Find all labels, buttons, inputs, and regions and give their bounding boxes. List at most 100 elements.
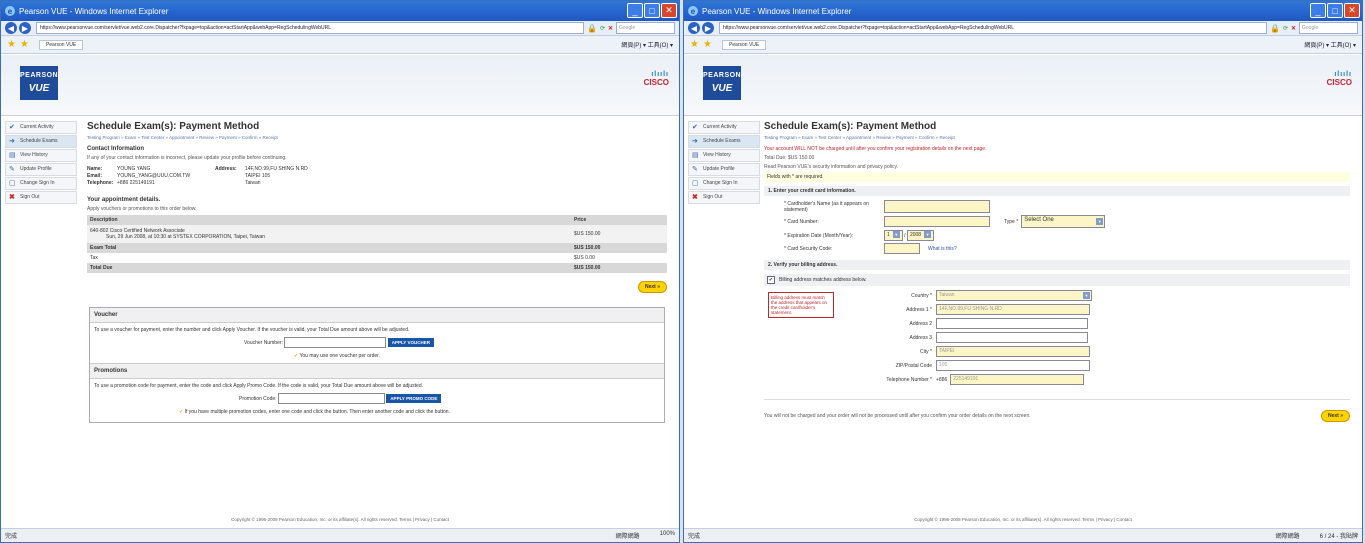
back-button[interactable]: ◀ xyxy=(5,22,17,34)
nav-view-history[interactable]: ▤ View History xyxy=(688,149,760,162)
nav-sign-out[interactable]: ✖ Sign Out xyxy=(5,191,77,204)
check-icon: ✔ xyxy=(294,353,299,359)
tab-pearson-vue[interactable]: Pearson VUE xyxy=(38,39,84,50)
page-title: Schedule Exam(s): Payment Method xyxy=(87,121,260,132)
forward-button[interactable]: ▶ xyxy=(19,22,31,34)
phone-country-code: +886 xyxy=(936,376,948,383)
nav-schedule-exams[interactable]: ➜ Schedule Exams xyxy=(5,135,77,148)
lock-icon: 🔒 xyxy=(1269,23,1280,33)
voucher-note: You may use one voucher per order. xyxy=(299,353,380,359)
back-button[interactable]: ◀ xyxy=(688,22,700,34)
city-input[interactable]: TAIPEI xyxy=(936,346,1090,357)
internet-zone: 網際網路 xyxy=(1275,534,1300,540)
billing-match-label: Billing address matches address below. xyxy=(779,277,867,283)
site-header: PEARSON VUE ılıılı CISCO xyxy=(684,55,1362,116)
window-title: Pearson VUE - Windows Internet Explorer xyxy=(19,6,169,16)
phone-label: Telephone Number * xyxy=(886,376,932,383)
next-button[interactable]: Next » xyxy=(1320,410,1350,422)
internet-zone: 網際網路 xyxy=(615,534,640,540)
nav-current-activity[interactable]: ✔ Current Activity xyxy=(688,121,760,134)
nav-update-profile[interactable]: ✎ Update Profile xyxy=(5,163,77,176)
minimize-button[interactable]: _ xyxy=(1310,3,1326,18)
url-field[interactable]: https://www.pearsonvue.com/servlet/vue.w… xyxy=(36,22,584,34)
card-type-select[interactable]: Select One ▼ xyxy=(1021,215,1106,228)
toolbar-menus[interactable]: 網頁(P) ▾ 工具(O) ▾ xyxy=(1304,40,1356,49)
address2-input[interactable] xyxy=(936,318,1088,329)
browser-window-left: e Pearson VUE - Windows Internet Explore… xyxy=(0,0,680,543)
refresh-icon[interactable]: ⟳ xyxy=(1283,25,1288,32)
favorites-star-icon[interactable]: ★ xyxy=(690,39,699,50)
add-favorites-icon[interactable]: ★ xyxy=(703,39,712,50)
breadcrumb[interactable]: Testing Program » Exam » Test Center » A… xyxy=(764,135,1350,140)
phone-input[interactable]: 225149191 xyxy=(950,374,1085,385)
address-bar: ◀ ▶ https://www.pearsonvue.com/servlet/v… xyxy=(1,21,679,36)
side-nav: ✔ Current Activity ➜ Schedule Exams ▤ View … xyxy=(5,121,77,205)
nav-change-sign-in[interactable]: ▢ Change Sign In xyxy=(688,177,760,190)
nav-schedule-exams[interactable]: ➜ Schedule Exams xyxy=(688,135,760,148)
next-button[interactable]: Next » xyxy=(637,281,667,293)
stop-icon[interactable]: ✕ xyxy=(1291,25,1296,32)
appointment-sub: Apply vouchers or promotions to this ord… xyxy=(87,206,197,212)
cardholder-input[interactable] xyxy=(884,200,990,213)
title-bar: e Pearson VUE - Windows Internet Explore… xyxy=(1,1,679,21)
nav-change-sign-in[interactable]: ▢ Change Sign In xyxy=(5,177,77,190)
exp-year-select[interactable]: 2008 ▼ xyxy=(906,230,935,241)
charge-warning: Your account WILL NOT be charged until a… xyxy=(764,146,987,152)
url-field[interactable]: https://www.pearsonvue.com/servlet/vue.w… xyxy=(719,22,1267,34)
window-title: Pearson VUE - Windows Internet Explorer xyxy=(702,6,852,16)
type-label: Type * xyxy=(1004,218,1019,225)
voucher-input[interactable] xyxy=(284,337,387,348)
cisco-logo: ılıılı CISCO xyxy=(1326,71,1352,87)
site-header: PEARSON VUE ılıılı CISCO xyxy=(1,55,679,116)
side-nav: ✔ Current Activity ➜ Schedule Exams ▤ View … xyxy=(688,121,760,205)
apply-voucher-button[interactable]: APPLY VOUCHER xyxy=(387,338,434,347)
forward-button[interactable]: ▶ xyxy=(702,22,714,34)
breadcrumb[interactable]: Testing Program » Exam » Test Center » A… xyxy=(87,135,667,140)
close-button[interactable]: ✕ xyxy=(1344,3,1360,18)
card-number-label: * Card Number: xyxy=(784,218,819,225)
toolbar-menus[interactable]: 網頁(P) ▾ 工具(O) ▾ xyxy=(621,40,673,49)
search-input[interactable]: Google xyxy=(1299,22,1358,34)
favorites-star-icon[interactable]: ★ xyxy=(7,39,16,50)
billing-warning: Billing address must match the address t… xyxy=(768,292,834,318)
history-icon: ▤ xyxy=(9,152,16,159)
zoom-level[interactable]: 100% xyxy=(660,531,675,540)
bottom-note: You will not be charged and your order w… xyxy=(764,413,1031,419)
maximize-button[interactable]: □ xyxy=(644,3,660,18)
card-number-input[interactable] xyxy=(884,216,990,227)
add-favorites-icon[interactable]: ★ xyxy=(20,39,29,50)
check-icon: ✔ xyxy=(9,124,15,131)
tab-pearson-vue[interactable]: Pearson VUE xyxy=(721,39,767,50)
pencil-icon: ✎ xyxy=(9,166,15,173)
close-button[interactable]: ✕ xyxy=(661,3,677,18)
title-bar: e Pearson VUE - Windows Internet Explore… xyxy=(684,1,1362,21)
voucher-header: Voucher xyxy=(90,308,664,323)
security-privacy-text[interactable]: Read Pearson VUE's security information … xyxy=(764,164,1350,170)
billing-match-checkbox[interactable]: ✔ xyxy=(767,276,775,284)
exp-month-select[interactable]: 1 ▼ xyxy=(884,230,903,241)
nav-view-history[interactable]: ▤ View History xyxy=(5,149,77,162)
pearson-vue-logo: PEARSON VUE xyxy=(20,66,58,100)
country-select[interactable]: Taiwan ▼ xyxy=(936,290,1092,301)
favorites-bar: ★ ★ Pearson VUE 網頁(P) ▾ 工具(O) ▾ xyxy=(1,36,679,54)
pearson-vue-logo: PEARSON VUE xyxy=(703,66,741,100)
address3-input[interactable] xyxy=(936,332,1088,343)
nav-current-activity[interactable]: ✔ Current Activity xyxy=(5,121,77,134)
csc-input[interactable] xyxy=(884,243,920,254)
stop-icon[interactable]: ✕ xyxy=(608,25,613,32)
apply-promo-button[interactable]: APPLY PROMO CODE xyxy=(386,394,442,403)
required-note: Fields with * are required. xyxy=(764,172,1350,182)
x-icon: ✖ xyxy=(9,194,15,201)
minimize-button[interactable]: _ xyxy=(627,3,643,18)
maximize-button[interactable]: □ xyxy=(1327,3,1343,18)
what-is-this-link[interactable]: What is this? xyxy=(928,246,957,252)
zip-input[interactable]: 105 xyxy=(936,360,1090,371)
promo-code-input[interactable] xyxy=(277,393,385,404)
chevron-down-icon: ▼ xyxy=(892,231,900,238)
search-input[interactable]: Google xyxy=(616,22,675,34)
nav-update-profile[interactable]: ✎ Update Profile xyxy=(688,163,760,176)
promotions-header: Promotions xyxy=(90,363,664,379)
nav-sign-out[interactable]: ✖ Sign Out xyxy=(688,191,760,204)
address1-input[interactable]: 14F,NO.99,FU SHING N.RD xyxy=(936,304,1090,315)
refresh-icon[interactable]: ⟳ xyxy=(600,25,605,32)
